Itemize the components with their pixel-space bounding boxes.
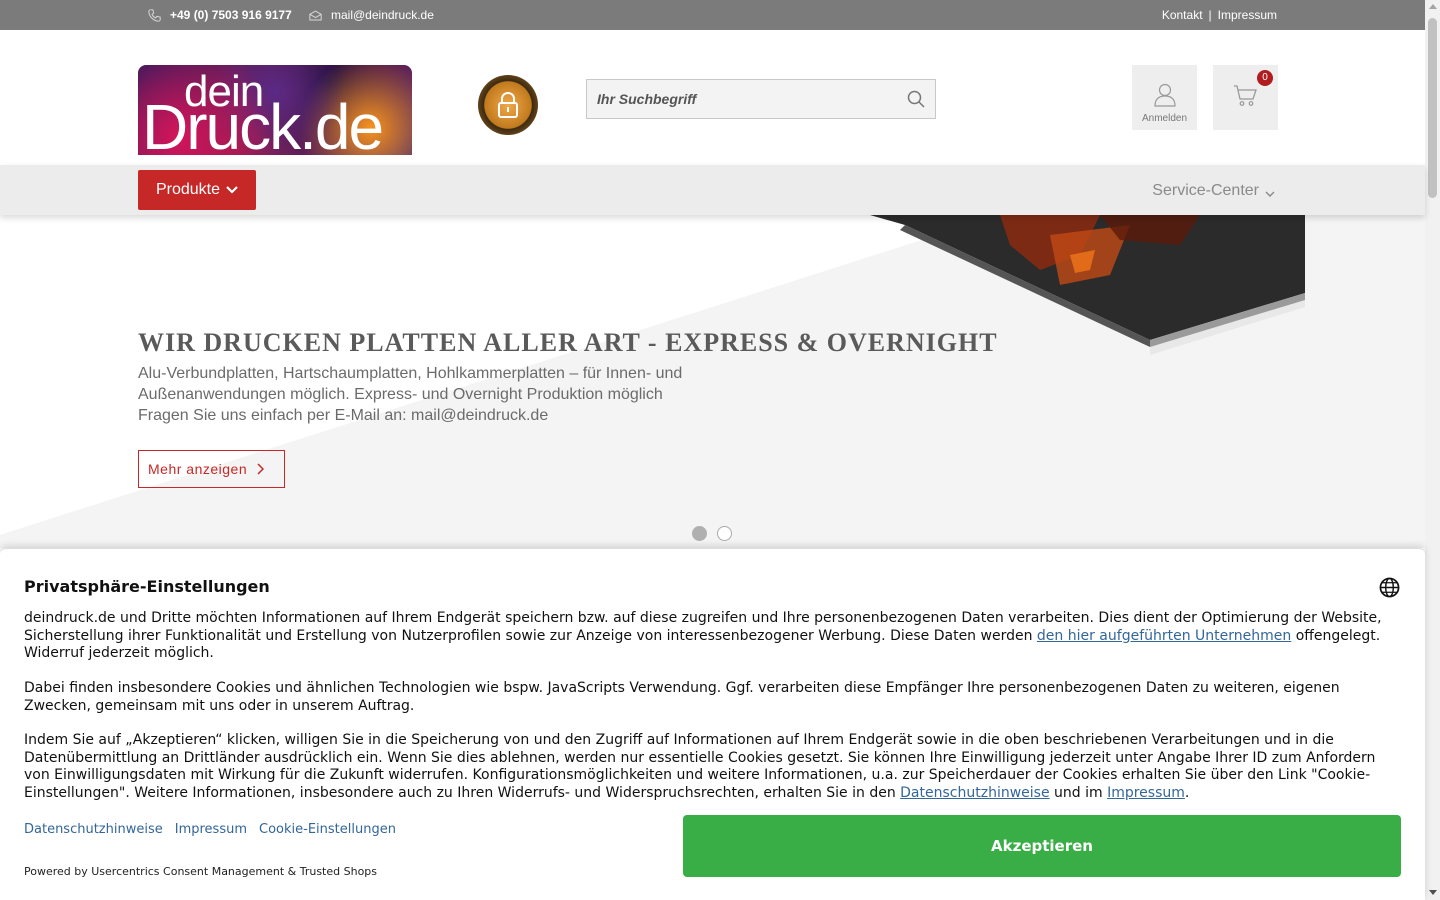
slider-dot-1[interactable] [692,526,707,541]
hero-slider: WIR DRUCKEN PLATTEN ALLER ART - EXPRESS … [0,215,1425,548]
hero-description-line: Außenanwendungen möglich. Express- und O… [138,386,663,403]
imprint-footer-link[interactable]: Impressum [175,822,247,837]
hero-description: Alu-Verbundplatten, Hartschaumplatten, H… [138,363,698,426]
language-button[interactable] [1379,577,1400,602]
globe-icon [1379,577,1400,598]
page-scrollbar[interactable] [1425,0,1440,900]
cookie-paragraph-3: Indem Sie auf „Akzeptieren“ klicken, wil… [24,732,1404,802]
hero-description-line: Alu-Verbundplatten, Hartschaumplatten, H… [138,365,683,382]
link-separator: | [1208,8,1212,22]
products-menu-button[interactable]: Produkte [138,170,256,210]
search-button[interactable] [907,90,925,113]
kontakt-link[interactable]: Kontakt [1162,8,1203,22]
top-bar: +49 (0) 7503 916 9177 mail@deindruck.de … [0,0,1425,30]
slider-dots [692,526,732,541]
accept-button[interactable]: Akzeptieren [683,815,1401,877]
hero-title: WIR DRUCKEN PLATTEN ALLER ART - EXPRESS … [138,328,998,357]
search-input[interactable] [587,80,887,118]
lock-icon [498,91,518,118]
scrollbar-thumb[interactable] [1428,18,1437,198]
privacy-link[interactable]: Datenschutzhinweise [900,785,1049,801]
top-links: Kontakt | Impressum [1162,8,1277,22]
cookie-settings-link[interactable]: Cookie-Einstellungen [259,822,396,837]
search-icon [907,90,925,108]
companies-link[interactable]: den hier aufgeführten Unternehmen [1037,628,1291,644]
site-logo[interactable]: dein Druck.de [138,65,412,155]
mail-icon [309,9,322,20]
account-button[interactable]: Anmelden [1132,65,1197,130]
powered-by-text: Powered by Usercentrics Consent Manageme… [24,865,378,878]
logo-text-line2: Druck.de [142,91,384,155]
cookie-title: Privatsphäre-Einstellungen [24,577,270,596]
products-label: Produkte [155,181,221,198]
phone-number: +49 (0) 7503 916 9177 [170,8,292,22]
impressum-link[interactable]: Impressum [1218,8,1277,22]
lock-seal-icon[interactable] [478,75,538,135]
service-center-label: Service-Center [1152,182,1259,199]
main-navigation: Produkte Service-Center [0,165,1425,215]
chevron-right-icon [257,463,265,475]
user-icon [1153,83,1176,107]
service-center-menu[interactable]: Service-Center [1152,182,1275,200]
scroll-down-arrow-icon[interactable] [1429,890,1437,895]
more-button[interactable]: Mehr anzeigen [138,450,285,488]
cookie-text: und im [1049,784,1108,801]
cookie-paragraph-1: deindruck.de und Dritte möchten Informat… [24,610,1404,663]
privacy-footer-link[interactable]: Datenschutzhinweise [24,822,163,837]
more-label: Mehr anzeigen [148,461,248,477]
search-box [586,79,936,119]
phone-icon [148,8,161,22]
phone-contact[interactable]: +49 (0) 7503 916 9177 [148,8,292,22]
hero-description-line: Fragen Sie uns einfach per E-Mail an: ma… [138,407,549,424]
scroll-up-arrow-icon[interactable] [1429,4,1437,9]
slider-dot-2[interactable] [717,526,732,541]
cookie-text: . [1184,784,1190,801]
chevron-down-icon [226,186,238,194]
account-label: Anmelden [1141,113,1188,124]
imprint-link[interactable]: Impressum [1107,785,1185,801]
cookie-paragraph-2: Dabei finden insbesondere Cookies und äh… [24,680,1340,714]
cookie-footer-links: Datenschutzhinweise Impressum Cookie-Ein… [24,822,396,837]
cart-count-badge: 0 [1257,70,1273,86]
email-contact[interactable]: mail@deindruck.de [309,8,434,22]
cart-icon [1234,85,1257,106]
cookie-consent-banner: Privatsphäre-Einstellungen deindruck.de … [0,548,1425,900]
email-address: mail@deindruck.de [331,8,434,22]
chevron-down-icon [1265,191,1275,197]
